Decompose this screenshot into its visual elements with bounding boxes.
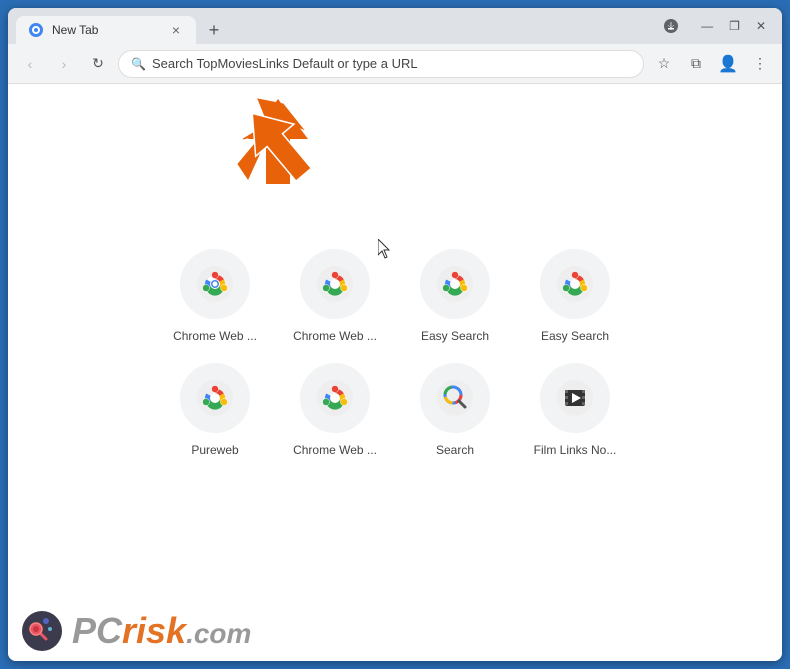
shortcut-label-8: Film Links No... (534, 443, 617, 457)
shortcut-item-search[interactable]: Search (400, 363, 510, 457)
shortcut-icon-wrap-2 (300, 249, 370, 319)
forward-button[interactable]: › (50, 50, 78, 78)
maximize-button[interactable]: ❐ (729, 19, 740, 33)
shortcut-icon-wrap-4 (540, 249, 610, 319)
back-icon: ‹ (28, 56, 33, 72)
shortcut-item-pureweb[interactable]: Pureweb (160, 363, 270, 457)
chrome-icon-1 (197, 266, 233, 302)
toolbar: ‹ › ↻ 🔍 Search TopMoviesLinks Default or… (8, 44, 782, 84)
shortcut-icon-wrap-8 (540, 363, 610, 433)
shortcut-item-easy-search-1[interactable]: Easy Search (400, 249, 510, 343)
shortcut-item-chrome-web-1[interactable]: Chrome Web ... (160, 249, 270, 343)
chrome-icon-3 (437, 266, 473, 302)
page-content: Chrome Web ... (8, 84, 782, 661)
watermark-pc: PC (72, 610, 122, 652)
tab-title: New Tab (52, 23, 160, 37)
watermark: PC risk .com (20, 609, 251, 653)
chrome-icon-5 (197, 380, 233, 416)
film-icon (557, 380, 593, 416)
tab-bar: New Tab × + — ❐ ✕ (8, 8, 782, 44)
pcrisk-logo-icon (20, 609, 64, 653)
shortcut-label-5: Pureweb (191, 443, 238, 457)
puzzle-icon: ⧉ (691, 55, 701, 72)
shortcut-label-1: Chrome Web ... (173, 329, 257, 343)
pointer-arrow-svg (238, 99, 318, 189)
extensions-button[interactable]: ⧉ (682, 50, 710, 78)
search-icon-large (437, 380, 473, 416)
shortcut-item-chrome-web-3[interactable]: Chrome Web ... (280, 363, 390, 457)
back-button[interactable]: ‹ (16, 50, 44, 78)
toolbar-actions: ☆ ⧉ 👤 ⋮ (650, 50, 774, 78)
shortcut-icon-wrap-3 (420, 249, 490, 319)
tab-favicon-icon (28, 22, 44, 38)
download-indicator-icon (663, 18, 679, 34)
shortcut-icon-wrap-7 (420, 363, 490, 433)
menu-button[interactable]: ⋮ (746, 50, 774, 78)
new-tab-button[interactable]: + (200, 16, 228, 44)
shortcut-item-film-links[interactable]: Film Links No... (520, 363, 630, 457)
menu-dots-icon: ⋮ (753, 55, 767, 72)
new-tab-content: Chrome Web ... (8, 84, 782, 661)
close-window-button[interactable]: ✕ (756, 19, 766, 33)
active-tab[interactable]: New Tab × (16, 16, 196, 44)
pointer-arrow (238, 99, 318, 194)
bookmark-button[interactable]: ☆ (650, 50, 678, 78)
shortcut-icon-wrap-1 (180, 249, 250, 319)
tab-close-button[interactable]: × (168, 22, 184, 38)
watermark-text: PC risk .com (72, 610, 251, 652)
chrome-icon-4 (557, 266, 593, 302)
forward-icon: › (62, 56, 67, 72)
shortcuts-grid: Chrome Web ... (160, 249, 630, 457)
shortcut-label-6: Chrome Web ... (293, 443, 377, 457)
download-status-icon[interactable] (657, 12, 685, 40)
profile-button[interactable]: 👤 (714, 50, 742, 78)
shortcut-item-chrome-web-2[interactable]: Chrome Web ... (280, 249, 390, 343)
watermark-risk: risk (122, 610, 186, 652)
shortcut-label-4: Easy Search (541, 329, 609, 343)
address-bar[interactable]: 🔍 Search TopMoviesLinks Default or type … (118, 50, 644, 78)
search-icon: 🔍 (131, 57, 146, 71)
minimize-button[interactable]: — (701, 19, 713, 33)
shortcut-icon-wrap-6 (300, 363, 370, 433)
shortcut-label-3: Easy Search (421, 329, 489, 343)
address-text: Search TopMoviesLinks Default or type a … (152, 56, 631, 71)
profile-icon: 👤 (718, 54, 738, 74)
chrome-icon-2 (317, 266, 353, 302)
bookmark-icon: ☆ (658, 55, 671, 72)
window-controls: — ❐ ✕ (657, 12, 774, 44)
shortcut-item-easy-search-2[interactable]: Easy Search (520, 249, 630, 343)
refresh-icon: ↻ (92, 55, 104, 72)
shortcut-label-2: Chrome Web ... (293, 329, 377, 343)
browser-window: New Tab × + — ❐ ✕ ‹ › ↻ (8, 8, 782, 661)
watermark-com: .com (186, 618, 251, 650)
shortcut-label-7: Search (436, 443, 474, 457)
refresh-button[interactable]: ↻ (84, 50, 112, 78)
shortcut-icon-wrap-5 (180, 363, 250, 433)
chrome-icon-6 (317, 380, 353, 416)
